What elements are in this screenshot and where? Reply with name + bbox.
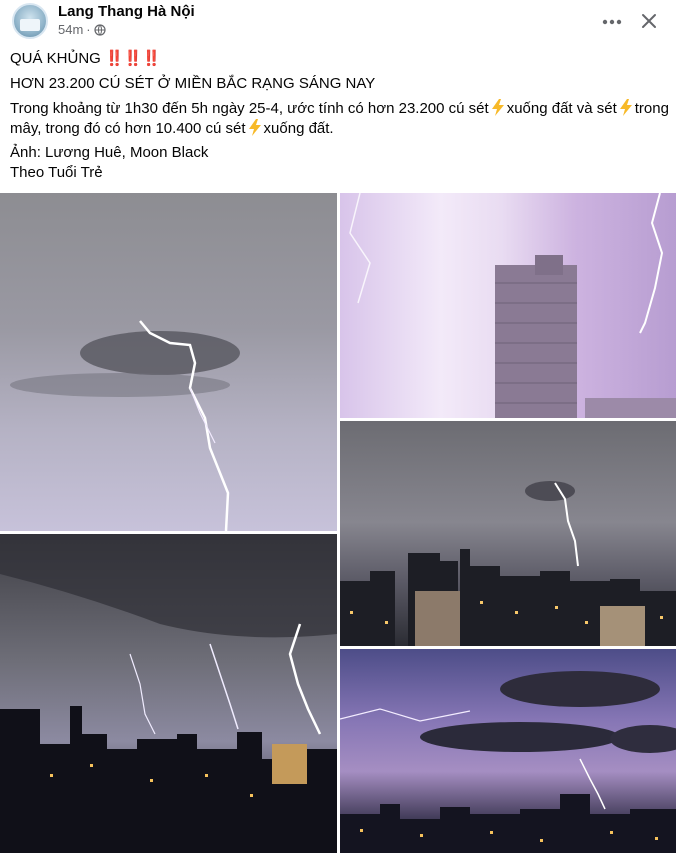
post-time[interactable]: 54m [58,22,83,37]
post-meta: 54m · [58,22,106,37]
post-headline: HƠN 23.200 CÚ SÉT Ở MIỀN BẮC RẠNG SÁNG N… [10,75,376,92]
meta-separator: · [86,22,91,37]
lightning-emoji [491,99,504,116]
more-options-icon [602,19,622,25]
photo-purple-sky-lightning[interactable] [340,649,676,853]
lightning-emoji [619,99,632,116]
photo-credit: Ảnh: Lương Huê, Moon Black [10,144,209,161]
post-title: QUÁ KHỦNG [10,50,101,67]
post-header: Lang Thang Hà Nội 54m · [0,0,676,44]
page-name-link[interactable]: Lang Thang Hà Nội [58,3,195,20]
body-text: Trong khoảng từ 1h30 đến 5h ngày 25-4, ư… [10,100,489,117]
close-icon [642,14,656,28]
photo-lightning-cloud[interactable] [0,193,337,531]
globe-icon[interactable] [94,23,106,36]
photo-city-multiple-lightning[interactable] [0,534,337,853]
body-text: xuống đất và sét [506,100,617,117]
post-body-line-2: mây, trong đó có hơn 10.400 cú sét xuống … [10,119,334,139]
photo-lightning-tower[interactable] [340,193,676,418]
post-body-line-1: Trong khoảng từ 1h30 đến 5h ngày 25-4, ư… [10,99,669,119]
body-text: xuống đất. [263,120,334,137]
photo-city-skyline-lightning[interactable] [340,421,676,646]
body-text: trong [634,100,669,117]
more-options-button[interactable] [598,8,626,36]
post-title-line: QUÁ KHỦNG ‼️‼️‼️ [10,49,161,69]
page-avatar[interactable] [12,3,48,39]
lightning-emoji [248,119,261,136]
body-text: mây, trong đó có hơn 10.400 cú sét [10,120,246,137]
close-button[interactable] [634,6,664,36]
double-exclamation-emoji: ‼️‼️‼️ [105,50,162,67]
source-credit: Theo Tuổi Trẻ [10,164,103,181]
